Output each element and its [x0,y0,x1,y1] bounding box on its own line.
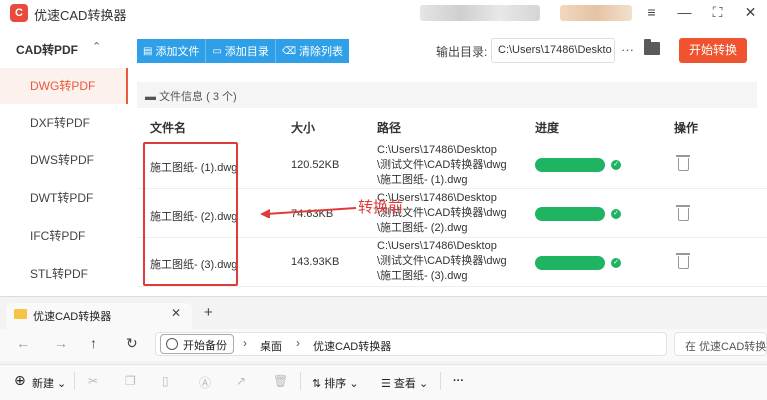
folder-icon [14,309,27,319]
path-line: \测试文件\CAD转换器\dwg [377,255,507,267]
refresh-icon[interactable]: ↻ [126,335,138,352]
annotation-label: 转换前 [358,199,404,216]
file-size: 143.93KB [291,256,340,268]
add-dir-label: 添加目录 [224,46,269,58]
back-arrow-icon[interactable]: ← [16,335,30,351]
divider [440,372,441,390]
document-icon: ▬ [145,91,156,103]
sidebar-item-dws[interactable]: DWS转PDF [0,142,128,178]
check-icon: ✓ [611,160,621,170]
delete-icon[interactable] [676,155,690,171]
delete-icon[interactable]: 🗑 [273,374,288,388]
sidebar-item-dxf[interactable]: DXF转PDF [0,105,128,141]
clear-list-button[interactable]: ⌫ 清除列表 [275,39,350,63]
new-button[interactable]: 新建 ⌄ [32,375,66,391]
breadcrumb-separator: › [243,336,247,350]
clear-list-label: 清除列表 [299,46,344,58]
path-line: C:\Users\17486\Desktop [377,240,497,252]
blurred-account-avatar [560,5,632,21]
divider [74,372,75,390]
annotation-highlight-box [143,142,238,286]
file-path: C:\Users\17486\Desktop \测试文件\CAD转换器\dwg … [377,239,507,284]
file-count: ( 3 个) [206,91,237,103]
minimize-button[interactable]: — [668,0,701,24]
column-header-size: 大小 [291,121,316,135]
up-arrow-icon[interactable]: ↑ [90,335,97,351]
column-header-path: 路径 [377,121,402,135]
annotation-arrow [260,207,357,218]
app-logo-icon: C [10,4,28,22]
toolbar: ▤ 添加文件 ▭ 添加目录 ⌫ 清除列表 [137,39,350,63]
add-dir-button[interactable]: ▭ 添加目录 [206,39,276,63]
sidebar-group-label: CAD转PDF [16,43,78,57]
copy-icon[interactable]: ❐ [125,374,136,388]
path-line: \施工图纸- (2).dwg [377,222,468,234]
output-dir-label: 输出目录: [436,45,488,59]
column-header-name: 文件名 [150,121,187,135]
delete-icon[interactable] [676,205,690,221]
file-size: 120.52KB [291,159,340,171]
sidebar-item-ifc[interactable]: IFC转PDF [0,218,128,254]
path-line: \施工图纸- (3).dwg [377,270,468,282]
trash-icon: ⌫ [281,45,297,57]
explorer-tab-label: 优速CAD转换器 [33,311,112,323]
app-title: 优速CAD转换器 [34,8,127,23]
folder-icon: ▭ [212,45,222,57]
check-icon: ✓ [611,258,621,268]
sidebar-item-stl[interactable]: STL转PDF [0,256,128,292]
file-info-header: ▬ 文件信息 ( 3 个) [137,82,757,108]
app-titlebar: C 优速CAD转换器 ≡ — ⛶ ✕ [0,0,767,26]
sidebar: CAD转PDF ⌃ DWG转PDF DXF转PDF DWS转PDF DWT转PD… [0,28,128,296]
breadcrumb-separator: › [296,336,300,350]
file-path: C:\Users\17486\Desktop \测试文件\CAD转换器\dwg … [377,143,507,188]
divider [300,372,301,390]
chevron-up-icon: ⌃ [92,41,102,53]
sidebar-item-dwt[interactable]: DWT转PDF [0,180,128,216]
new-tab-button[interactable]: + [204,304,213,321]
start-convert-button[interactable]: 开始转换 [679,38,747,63]
more-options-button[interactable]: ··· [621,42,634,57]
path-line: C:\Users\17486\Desktop [377,144,497,156]
breadcrumb-folder[interactable]: 优速CAD转换器 [313,338,391,354]
plus-icon: ⊕ [14,372,26,388]
path-line: \施工图纸- (1).dwg [377,174,468,186]
column-header-action: 操作 [674,121,699,135]
active-indicator [126,68,128,104]
rename-icon[interactable]: Ⓐ [199,374,211,391]
maximize-button[interactable]: ⛶ [701,0,734,24]
path-line: \测试文件\CAD转换器\dwg [377,159,507,171]
blurred-account-info [420,5,540,21]
view-button[interactable]: ☰ 查看 ⌄ [381,375,428,391]
output-dir-field[interactable]: C:\Users\17486\Deskto [491,38,615,63]
forward-arrow-icon[interactable]: → [54,335,68,351]
progress-bar [535,158,605,172]
add-file-label: 添加文件 [155,46,200,58]
menu-icon[interactable]: ≡ [635,0,668,24]
file-icon: ▤ [143,45,153,57]
more-icon[interactable]: ··· [453,375,464,387]
check-icon: ✓ [611,209,621,219]
column-header-progress: 进度 [535,121,560,135]
progress-bar [535,256,605,270]
delete-icon[interactable] [676,253,690,269]
close-tab-icon[interactable]: ✕ [171,306,181,320]
progress-bar [535,207,605,221]
open-folder-icon[interactable] [644,39,660,55]
cut-icon[interactable]: ✂ [88,374,98,388]
sort-button[interactable]: ⇅ 排序 ⌄ [312,375,359,391]
paste-icon[interactable]: ▯ [162,374,169,388]
sidebar-group-cad-to-pdf[interactable]: CAD转PDF ⌃ [0,38,128,60]
add-file-button[interactable]: ▤ 添加文件 [137,39,207,63]
close-button[interactable]: ✕ [734,0,767,24]
file-info-label: 文件信息 [159,91,204,103]
backup-icon [166,338,178,350]
sidebar-item-dwg[interactable]: DWG转PDF [0,68,128,104]
breadcrumb-desktop[interactable]: 桌面 [260,338,282,354]
share-icon[interactable]: ↗ [236,374,246,388]
search-input[interactable]: 在 优速CAD转换器 [674,332,767,356]
